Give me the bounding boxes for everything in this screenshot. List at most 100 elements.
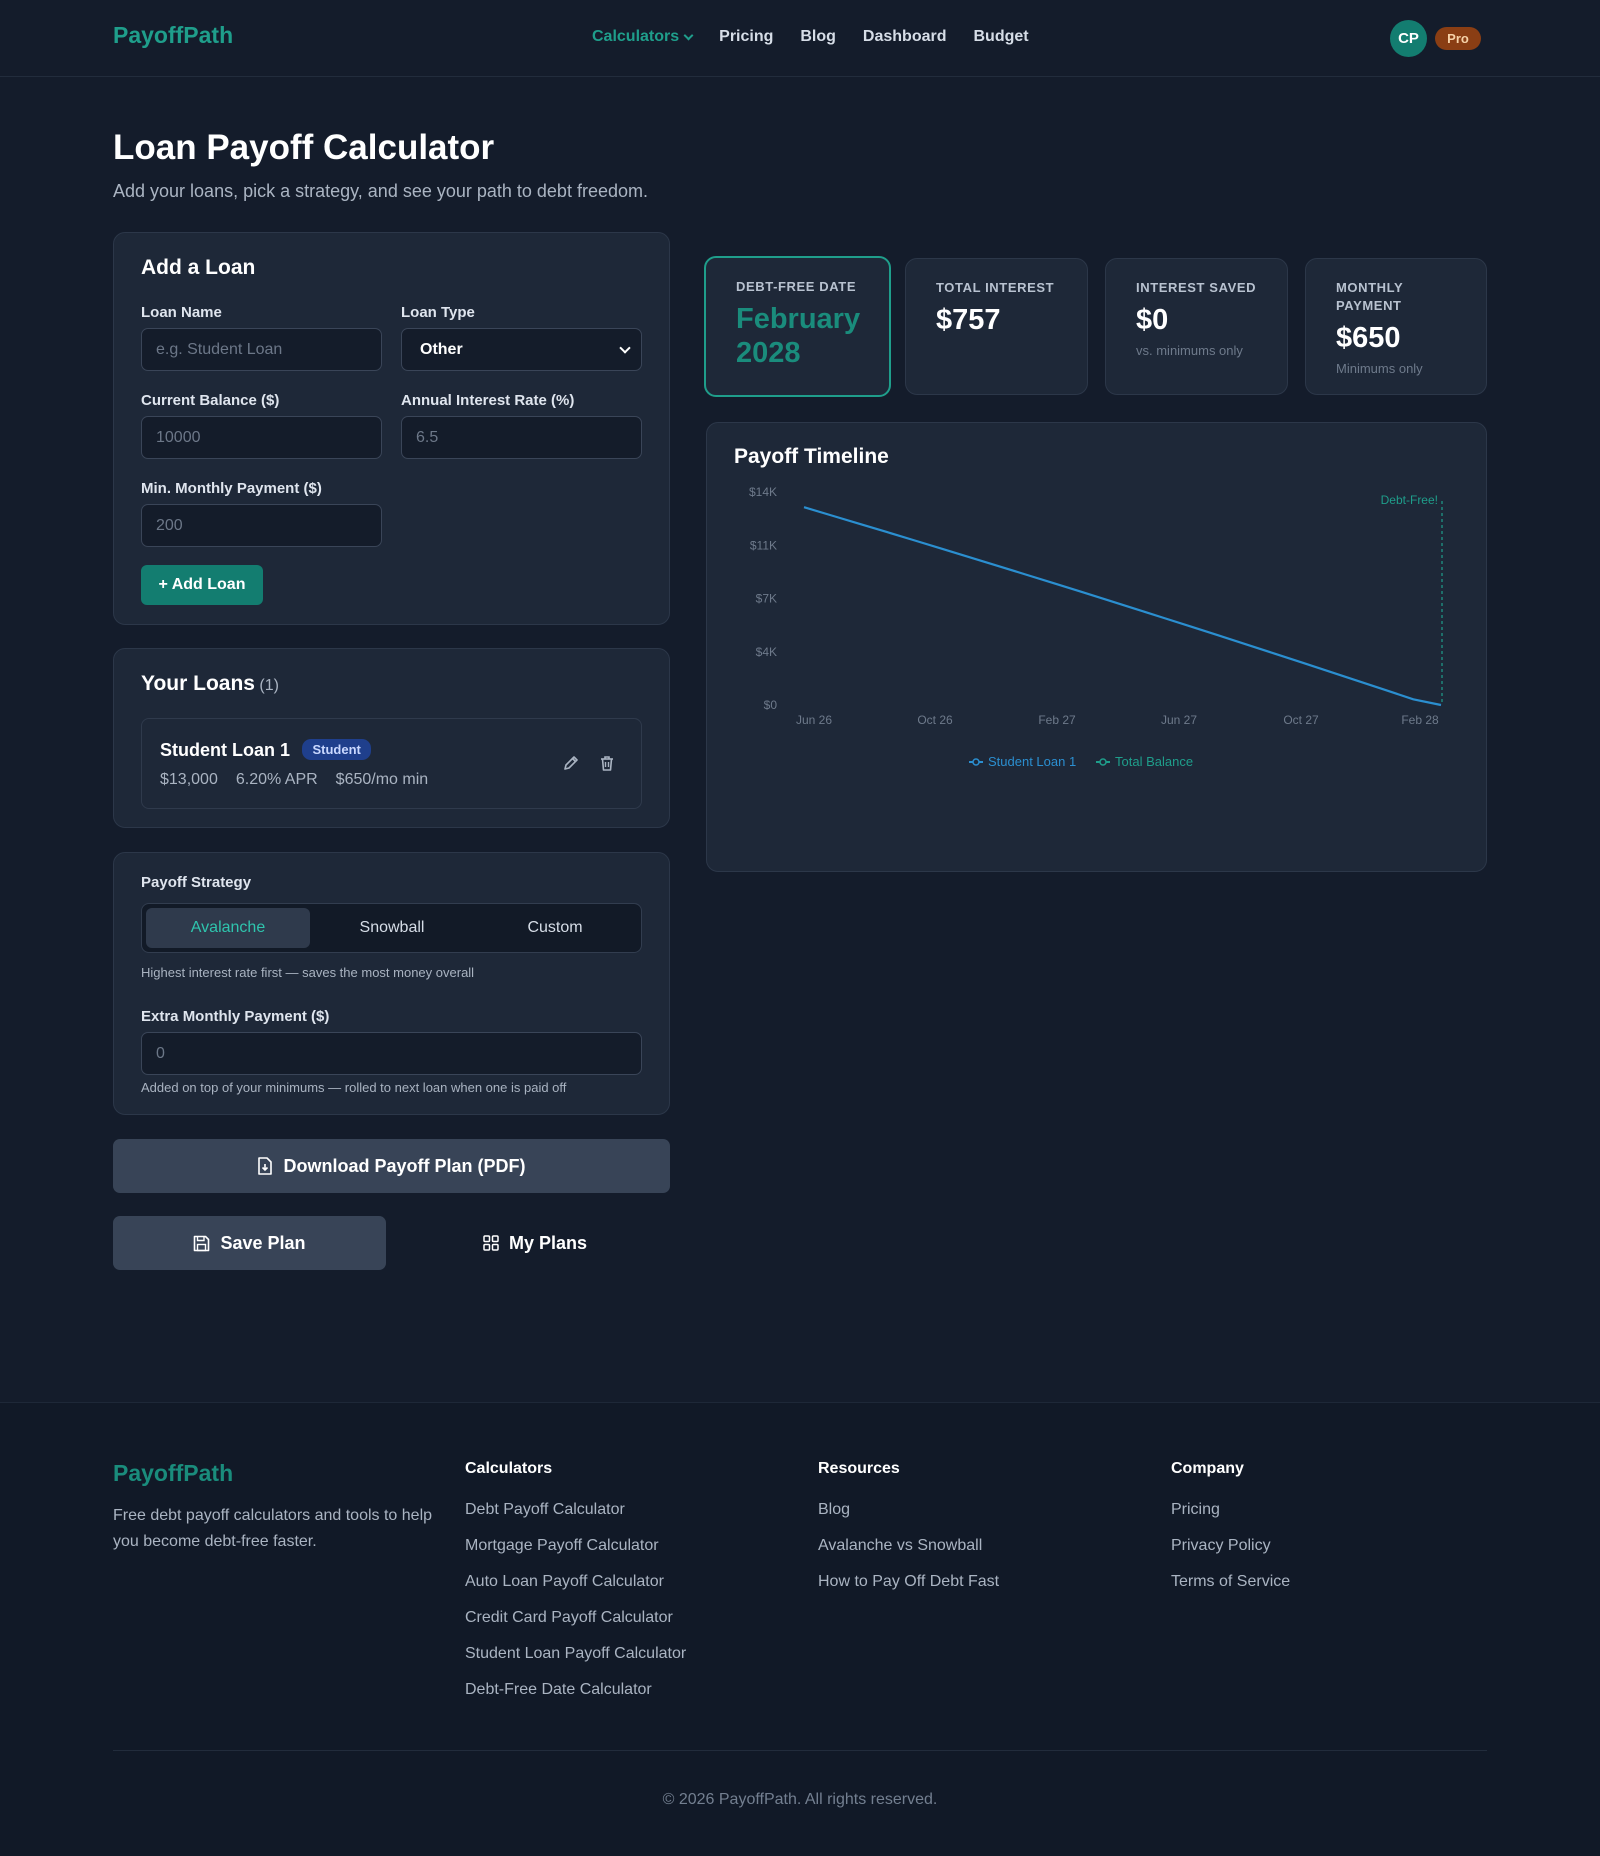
your-loans-heading: Your Loans <box>141 672 255 695</box>
footer-col-title: Company <box>1171 1460 1244 1477</box>
footer-link[interactable]: Privacy Policy <box>1171 1537 1290 1555</box>
add-loan-button[interactable]: + Add Loan <box>141 565 263 605</box>
rate-placeholder: 6.5 <box>416 429 439 446</box>
y-tick-label: $4K <box>756 645 777 659</box>
y-tick-label: $11K <box>750 538 777 552</box>
pro-badge: Pro <box>1435 27 1481 50</box>
stat-sub: Minimums only <box>1336 361 1423 376</box>
avatar[interactable]: CP <box>1390 20 1427 57</box>
nav-dashboard[interactable]: Dashboard <box>863 28 947 46</box>
y-tick-label: $0 <box>764 698 778 712</box>
footer-link[interactable]: Debt-Free Date Calculator <box>465 1681 686 1699</box>
strategy-card: Payoff Strategy Avalanche Snowball Custo… <box>113 852 670 1115</box>
tab-avalanche[interactable]: Avalanche <box>146 908 310 948</box>
x-tick-label: Jun 27 <box>1161 713 1197 727</box>
list-item[interactable]: Student Loan 1 Student $13,000 6.20% APR… <box>141 718 642 809</box>
footer-divider <box>113 1750 1487 1751</box>
footer-link[interactable]: Student Loan Payoff Calculator <box>465 1645 686 1663</box>
legend-label: Total Balance <box>1115 754 1193 769</box>
nav-calculators-label: Calculators <box>592 28 680 45</box>
payoff-chart: $14K $11K $7K $4K $0 Jun 26 Oct 26 Feb 27 Jun 27… <box>749 485 1443 769</box>
footer-link[interactable]: Debt Payoff Calculator <box>465 1501 686 1519</box>
footer-link[interactable]: Auto Loan Payoff Calculator <box>465 1573 686 1591</box>
footer: PayoffPath Free debt payoff calculators … <box>0 1402 1600 1856</box>
loan-name-input[interactable]: e.g. Student Loan <box>141 328 382 371</box>
footer-link[interactable]: Blog <box>818 1501 999 1519</box>
loan-title-row: Student Loan 1 Student <box>160 739 371 761</box>
stat-value: $650 <box>1336 322 1401 354</box>
my-plans-button[interactable]: My Plans <box>400 1216 670 1270</box>
balance-label: Current Balance ($) <box>141 392 280 409</box>
nav-calculators[interactable]: Calculators <box>592 28 694 46</box>
loan-name-placeholder: e.g. Student Loan <box>156 341 283 358</box>
footer-col-resources: Resources Blog Avalanche vs Snowball How… <box>818 1460 999 1609</box>
my-plans-label: My Plans <box>508 1232 588 1253</box>
extra-payment-input[interactable]: 0 <box>141 1032 642 1075</box>
your-loans-header: Your Loans (1) <box>141 672 279 696</box>
footer-link[interactable]: Terms of Service <box>1171 1573 1290 1591</box>
x-tick-label: Feb 27 <box>1038 713 1076 727</box>
loan-type-value: Other <box>420 340 463 358</box>
edit-icon[interactable] <box>562 754 580 772</box>
rate-input[interactable]: 6.5 <box>401 416 642 459</box>
footer-link[interactable]: Pricing <box>1171 1501 1290 1519</box>
min-payment-label: Min. Monthly Payment ($) <box>141 480 322 497</box>
footer-logo[interactable]: PayoffPath <box>113 1460 233 1487</box>
y-tick-label: $7K <box>756 592 777 606</box>
save-label: Save Plan <box>220 1232 306 1253</box>
footer-link[interactable]: Avalanche vs Snowball <box>818 1537 999 1555</box>
legend-label: Student Loan 1 <box>988 754 1076 769</box>
legend-marker <box>972 758 980 766</box>
nav-blog[interactable]: Blog <box>800 28 836 46</box>
loan-min: $650/mo min <box>335 771 429 788</box>
footer-col-title: Calculators <box>465 1460 553 1477</box>
min-payment-placeholder: 200 <box>156 517 183 534</box>
tab-custom[interactable]: Custom <box>473 908 637 948</box>
legend-marker <box>1099 758 1107 766</box>
save-plan-button[interactable]: Save Plan <box>113 1216 386 1270</box>
file-download-icon <box>258 1157 273 1175</box>
footer-link[interactable]: Credit Card Payoff Calculator <box>465 1609 686 1627</box>
chevron-down-icon <box>683 30 694 40</box>
footer-col-title: Resources <box>818 1460 900 1477</box>
chevron-down-icon <box>619 341 631 354</box>
logo[interactable]: PayoffPath <box>113 22 233 49</box>
loan-apr: 6.20% APR <box>235 771 318 788</box>
strategy-hint: Highest interest rate first — saves the … <box>141 965 475 980</box>
strategy-segmented-control: Avalanche Snowball Custom <box>141 903 642 953</box>
extra-payment-hint: Added on top of your minimums — rolled t… <box>141 1080 567 1095</box>
debt-free-annotation: Debt-Free! <box>1381 493 1438 507</box>
loan-type-select[interactable]: Other <box>401 328 642 371</box>
footer-link[interactable]: Mortgage Payoff Calculator <box>465 1537 686 1555</box>
loan-name: Student Loan 1 <box>160 740 290 760</box>
nav-pricing[interactable]: Pricing <box>719 28 773 46</box>
stat-label: DEBT-FREE DATE <box>736 279 857 294</box>
footer-col-company: Company Pricing Privacy Policy Terms of … <box>1171 1460 1290 1609</box>
stat-monthly-payment: MONTHLY PAYMENT $650 Minimums only <box>1305 258 1487 395</box>
min-payment-input[interactable]: 200 <box>141 504 382 547</box>
loan-balance: $13,000 <box>160 771 218 788</box>
extra-payment-placeholder: 0 <box>156 1045 165 1062</box>
chart-title: Payoff Timeline <box>734 445 889 468</box>
nav-budget[interactable]: Budget <box>974 28 1029 46</box>
loan-name-label: Loan Name <box>141 304 222 321</box>
stat-value: $757 <box>936 304 1001 336</box>
stat-label: TOTAL INTEREST <box>936 280 1055 295</box>
stat-label: INTEREST SAVED <box>1136 280 1257 295</box>
copyright: © 2026 PayoffPath. All rights reserved. <box>662 1791 938 1808</box>
x-tick-label: Oct 26 <box>917 713 953 727</box>
download-pdf-button[interactable]: Download Payoff Plan (PDF) <box>113 1139 670 1193</box>
x-tick-label: Oct 27 <box>1283 713 1319 727</box>
stat-value: $0 <box>1136 304 1169 336</box>
balance-input[interactable]: 10000 <box>141 416 382 459</box>
extra-payment-label: Extra Monthly Payment ($) <box>141 1008 330 1025</box>
download-label: Download Payoff Plan (PDF) <box>283 1155 526 1176</box>
tab-snowball[interactable]: Snowball <box>310 908 474 948</box>
page-subtitle: Add your loans, pick a strategy, and see… <box>113 181 648 201</box>
trash-icon[interactable] <box>598 754 616 772</box>
payoff-timeline-card: Payoff Timeline $14K $11K $7K $4K $0 Jun 26 Oc… <box>706 422 1487 872</box>
stat-sub: vs. minimums only <box>1136 343 1243 358</box>
series-line-student-loan-1 <box>803 506 1442 707</box>
x-tick-label: Feb 28 <box>1401 713 1439 727</box>
footer-link[interactable]: How to Pay Off Debt Fast <box>818 1573 999 1591</box>
